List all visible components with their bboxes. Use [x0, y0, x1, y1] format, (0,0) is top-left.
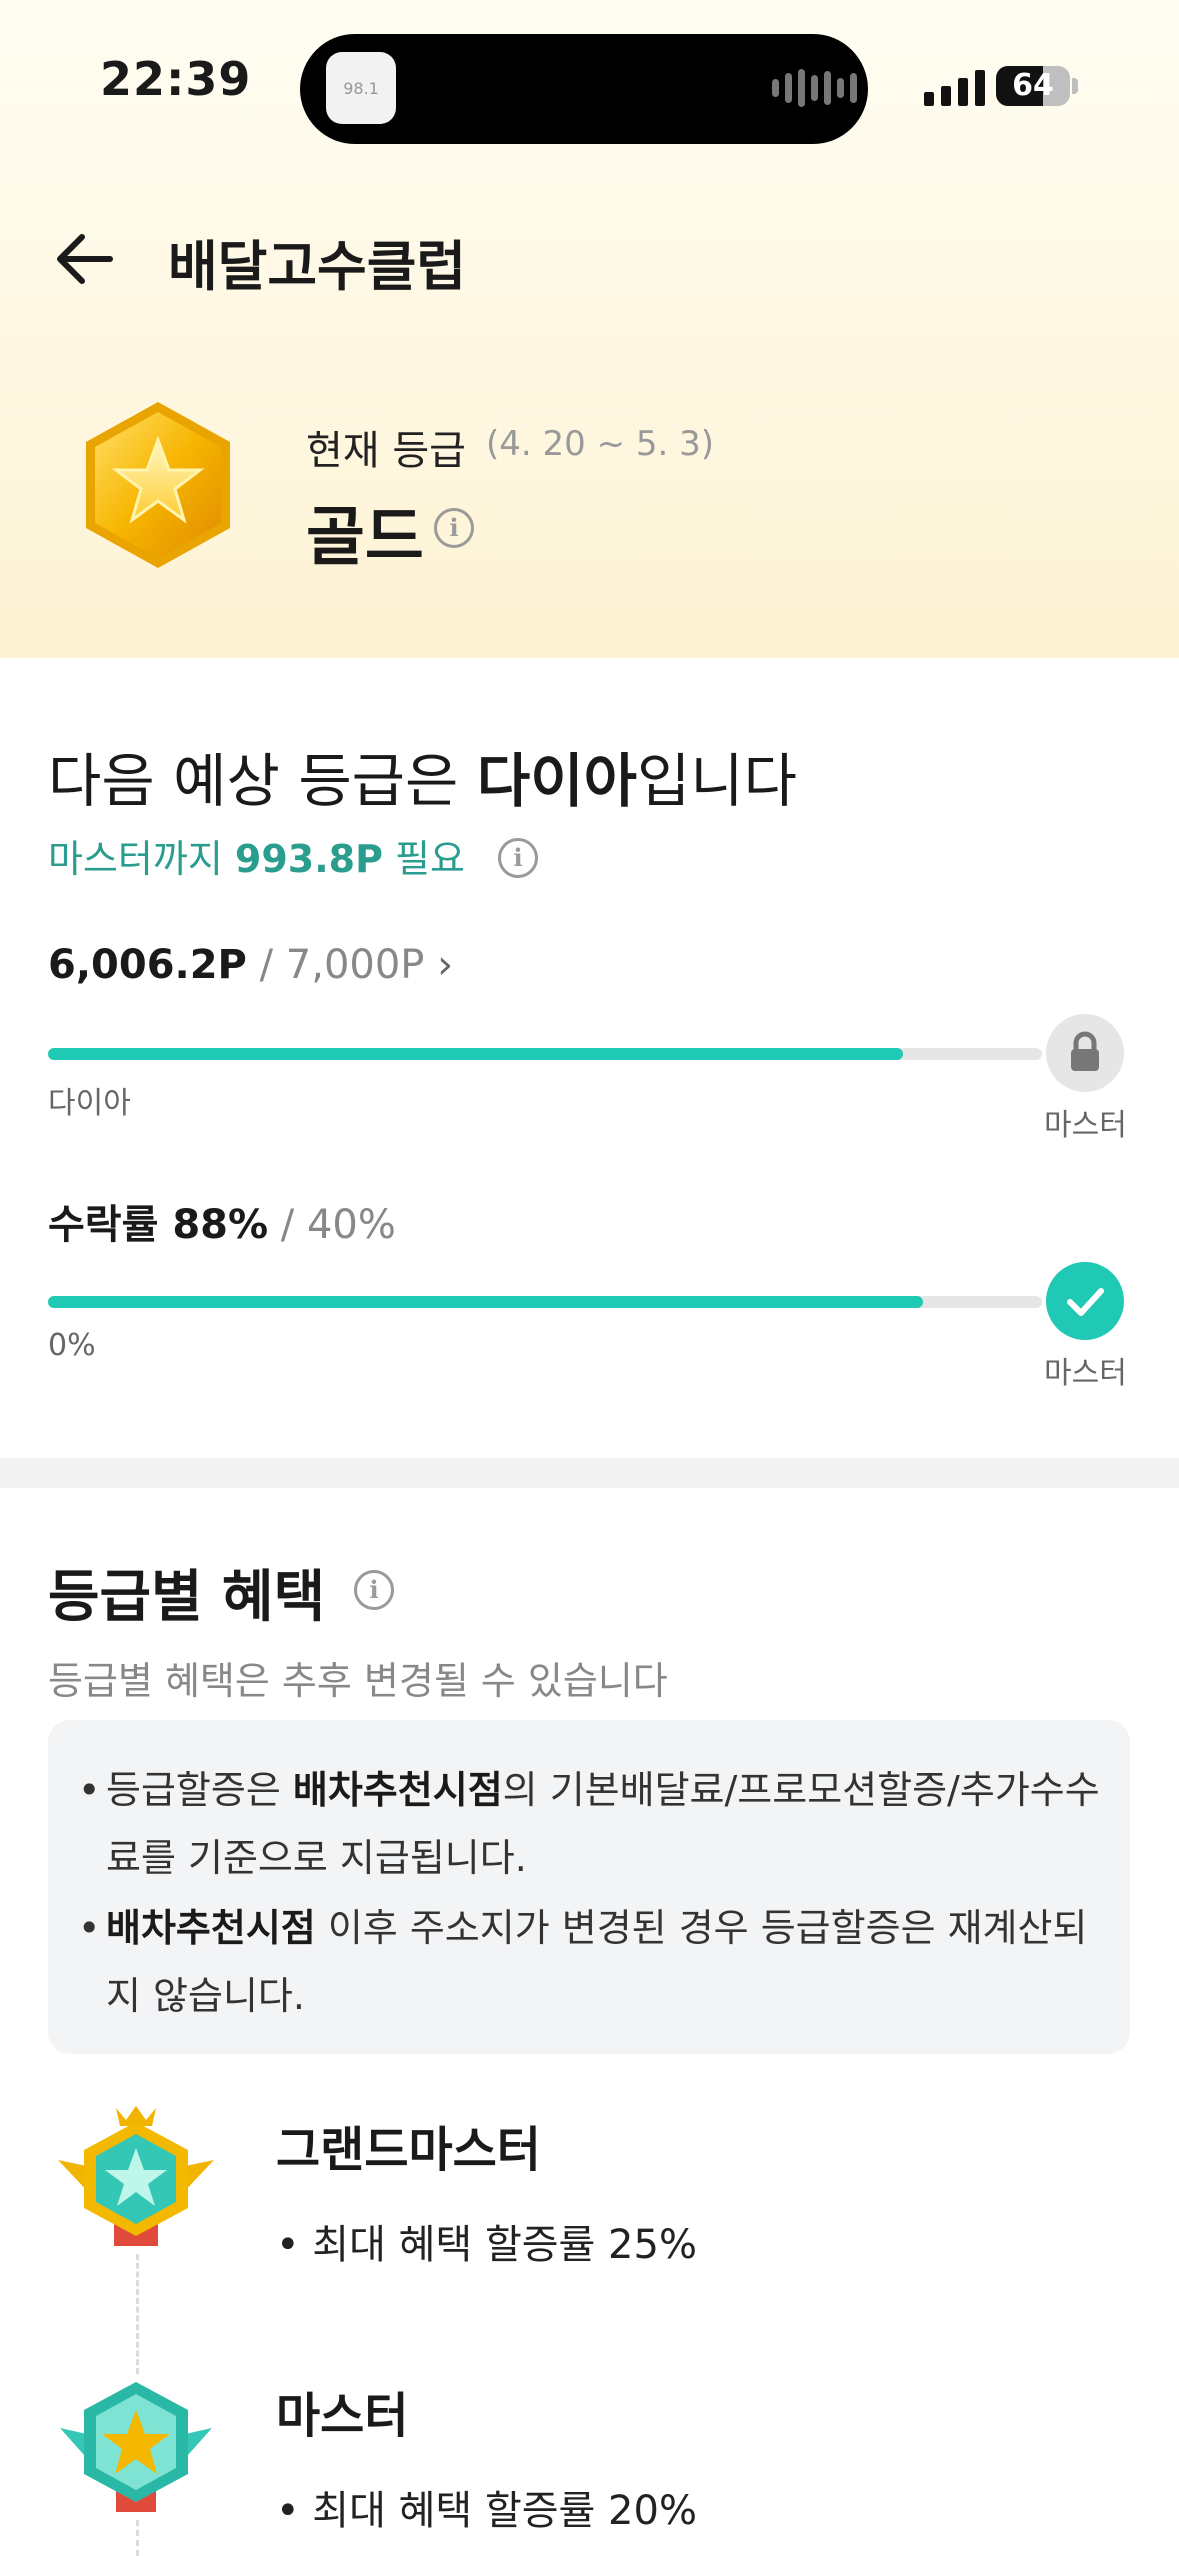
lock-icon: [1046, 1014, 1124, 1092]
signal-icon: [924, 66, 985, 106]
tier-connector: [136, 2254, 139, 2374]
chevron-right-icon: ›: [437, 942, 454, 988]
tier-description: • 최대 혜택 할증률 25%: [276, 2222, 697, 2268]
tier-description: • 최대 혜택 할증률 20%: [276, 2488, 697, 2534]
status-time: 22:39: [100, 52, 252, 106]
points-progress-fill: [48, 1048, 903, 1060]
points-summary[interactable]: 6,006.2P / 7,000P ›: [48, 942, 453, 988]
grandmaster-badge-icon: [58, 2106, 214, 2246]
acceptance-left-label: 0%: [48, 1328, 96, 1363]
tier-name: 마스터: [276, 2388, 409, 2444]
acceptance-target: / 40%: [268, 1202, 396, 1248]
benefits-subtitle: 등급별 혜택은 추후 변경될 수 있습니다: [48, 1659, 668, 1703]
next-grade-value: 다이아: [476, 747, 637, 815]
current-grade-value: 골드: [306, 501, 424, 575]
next-grade-title: 다음 예상 등급은 다이아입니다: [48, 734, 797, 818]
points-left-label: 다이아: [48, 1086, 131, 1121]
points-needed: 마스터까지 993.8P 필요: [48, 828, 465, 883]
benefits-info-icon[interactable]: i: [354, 1570, 394, 1610]
back-arrow-icon[interactable]: [50, 224, 120, 294]
battery-tip: [1072, 78, 1078, 94]
acceptance-right-label: 마스터: [1044, 1356, 1127, 1391]
master-badge-icon: [60, 2382, 212, 2512]
notice-item: 배차추천시점 이후 주소지가 변경된 경우 등급할증은 재계산되지 않습니다.: [78, 1894, 1116, 2030]
acceptance-value: 수락률 88%: [48, 1202, 269, 1248]
gold-star-badge-icon: [86, 402, 230, 568]
need-prefix: 마스터까지: [48, 837, 235, 881]
check-icon: [1046, 1262, 1124, 1340]
notice-item: 등급할증은 배차추천시점의 기본배달료/프로모션할증/추가수수료를 기준으로 지…: [78, 1756, 1116, 1892]
need-points: 993.8P: [234, 837, 383, 881]
page-title: 배달고수클럽: [168, 235, 467, 298]
acceptance-progress-fill: [48, 1296, 923, 1308]
notice-bold: 배차추천시점: [106, 1906, 316, 1950]
tier-name: 그랜드마스터: [276, 2122, 541, 2178]
section-divider: [0, 1458, 1179, 1488]
battery-level: 64: [1012, 68, 1054, 103]
points-right-label: 마스터: [1044, 1108, 1127, 1143]
acceptance-summary: 수락률 88% / 40%: [48, 1192, 396, 1250]
radio-app-icon: 98.1: [326, 52, 396, 124]
points-current: 6,006.2P: [48, 942, 247, 988]
current-grade-period: (4. 20 ~ 5. 3): [486, 424, 715, 464]
points-target: / 7,000P: [246, 942, 425, 988]
current-grade-label: 현재 등급: [306, 428, 466, 474]
benefits-notice-box: 등급할증은 배차추천시점의 기본배달료/프로모션할증/추가수수료를 기준으로 지…: [48, 1720, 1130, 2054]
next-title-suffix: 입니다: [636, 747, 798, 815]
audio-wave-icon: [772, 68, 857, 108]
points-info-icon[interactable]: i: [498, 838, 538, 878]
tier-connector: [136, 2520, 139, 2556]
benefits-title: 등급별 혜택: [48, 1565, 326, 1630]
notice-bold: 배차추천시점: [292, 1768, 503, 1812]
grade-info-icon[interactable]: i: [434, 508, 474, 548]
need-suffix: 필요: [382, 837, 465, 881]
notice-text: 등급할증은: [106, 1768, 293, 1812]
acceptance-progress-track: [48, 1296, 1042, 1308]
next-title-prefix: 다음 예상 등급은: [48, 747, 477, 815]
battery-icon: 64: [996, 66, 1070, 106]
points-progress-track: [48, 1048, 1042, 1060]
